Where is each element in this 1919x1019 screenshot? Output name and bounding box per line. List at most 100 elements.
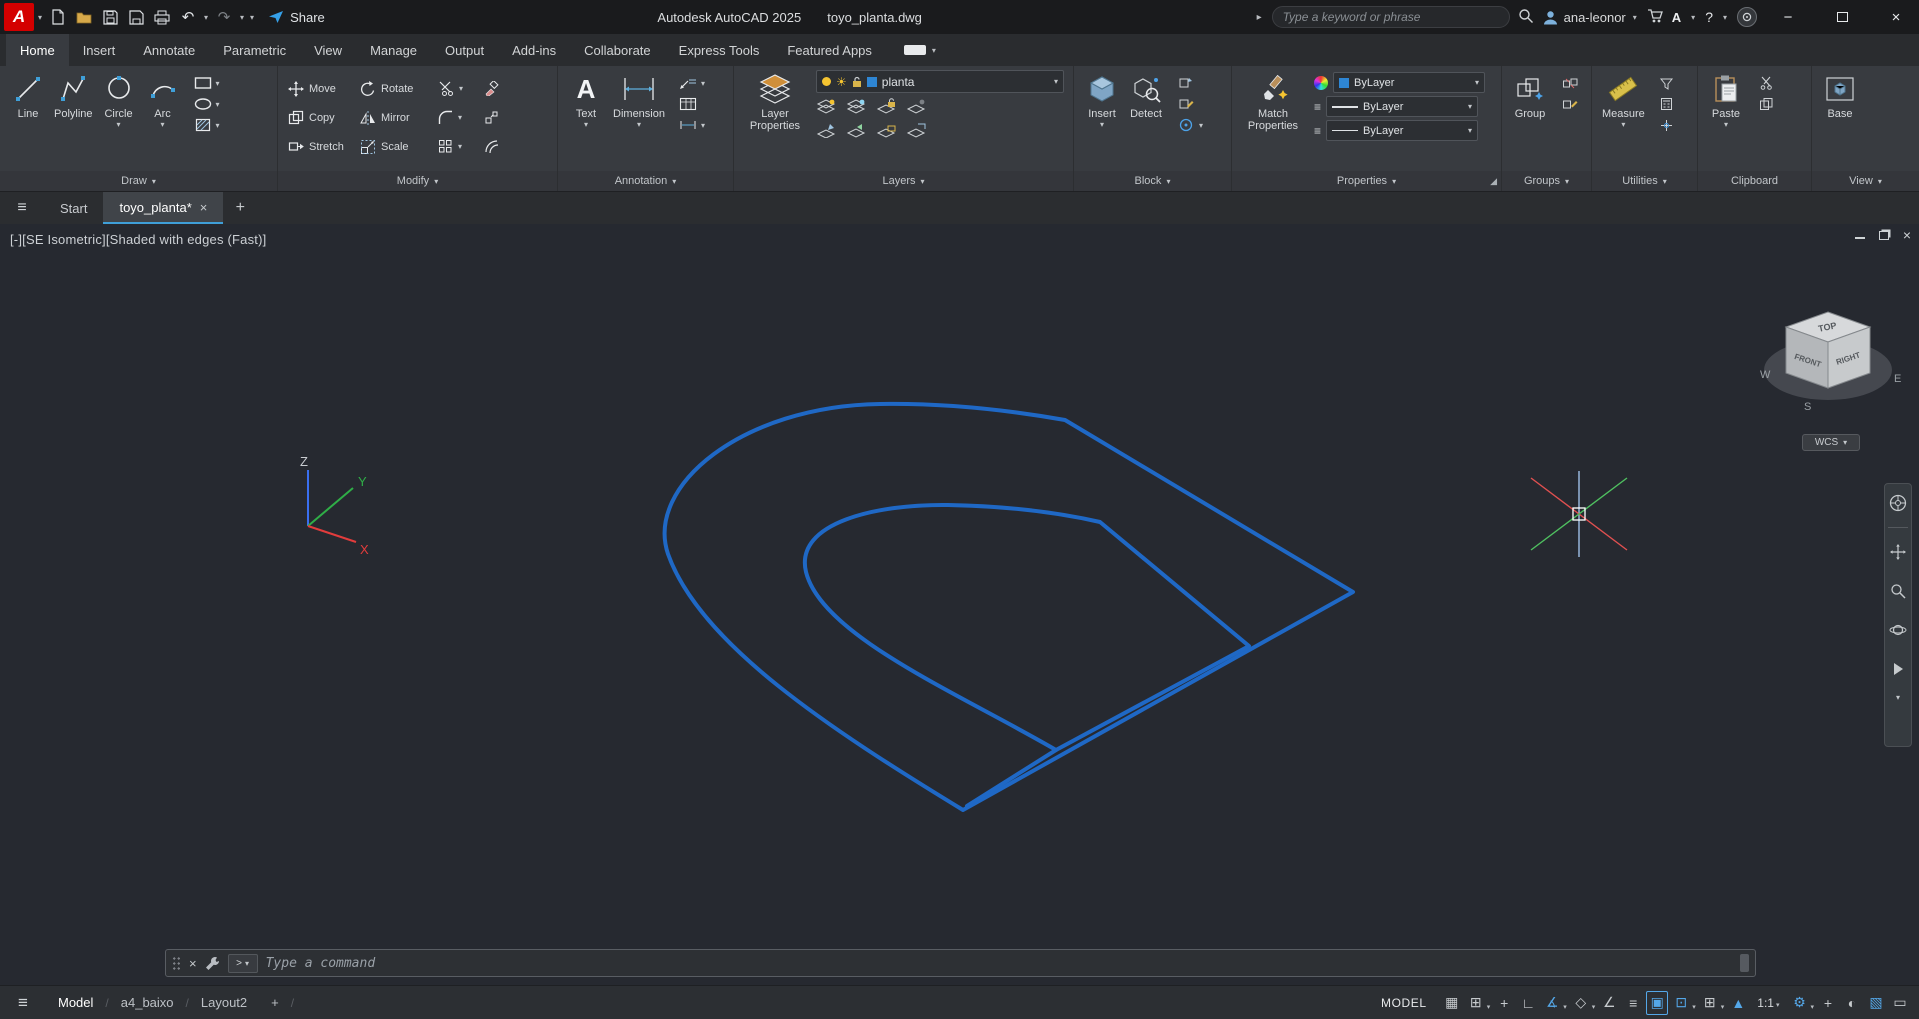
zoom-icon[interactable] [1887,576,1909,606]
object-snap-3d-icon[interactable]: ⊞ [1699,991,1721,1015]
arc-button[interactable]: Arc ▾ [141,70,185,129]
ellipse-button[interactable]: ▾ [193,95,220,113]
compass-east-label[interactable]: E [1894,373,1901,385]
circle-flyout-caret-icon[interactable]: ▾ [117,120,121,129]
pan-icon[interactable] [1887,537,1909,567]
annotation-visibility-icon[interactable]: ▲ [1727,991,1749,1015]
close-tab-icon[interactable]: × [200,200,208,215]
text-caret-icon[interactable]: ▾ [584,120,588,129]
help-caret-icon[interactable]: ▾ [1721,13,1729,22]
plot-button[interactable] [150,4,174,30]
polar-caret-icon[interactable]: ▾ [1563,1003,1567,1011]
quick-calc-button[interactable] [1657,95,1677,113]
drawing-inner-profile[interactable] [802,502,1251,752]
id-point-button[interactable] [1657,116,1677,134]
polyline-button[interactable]: Polyline [50,70,97,120]
search-input[interactable] [1271,6,1510,28]
save-as-button[interactable] [124,4,148,30]
panel-label-draw[interactable]: Draw ▾ [0,171,277,191]
mirror-button[interactable]: Mirror [360,110,438,125]
insert-caret-icon[interactable]: ▾ [1100,120,1104,129]
layer-unlock-all-icon[interactable] [876,121,896,139]
account-menu[interactable]: ana-leonor ▾ [1542,9,1639,26]
annotation-scale-button[interactable]: 1:1 ▾ [1751,996,1786,1010]
new-drawing-tab-button[interactable]: + [223,192,257,224]
detect-button[interactable]: Detect [1124,70,1168,120]
measure-caret-icon[interactable]: ▾ [1621,120,1625,129]
linetype-dropdown[interactable]: ByLayer ▾ [1326,120,1479,141]
layer-match-icon[interactable] [816,121,836,139]
autodesk-apps-icon[interactable]: A [1672,10,1681,25]
status-menu-icon[interactable]: ≡ [0,993,46,1013]
window-maximize-button[interactable] [1819,0,1865,34]
layout-tab-layout2[interactable]: Layout2 [189,995,259,1010]
rectangle-button[interactable]: ▾ [193,74,220,92]
layer-off-icon[interactable] [906,97,926,115]
workspace-caret-icon[interactable]: ▾ [1810,1003,1814,1011]
layer-freeze-icon[interactable] [846,97,866,115]
group-button[interactable]: Group [1508,70,1552,120]
panel-label-clipboard[interactable]: Clipboard [1698,171,1811,191]
file-tab-menu-icon[interactable]: ≡ [0,192,44,224]
panel-label-properties[interactable]: Properties ▾ [1232,171,1501,191]
match-properties-button[interactable]: Match Properties [1238,70,1308,132]
panel-label-groups[interactable]: Groups ▾ [1502,171,1591,191]
ribbon-tab-featured-apps[interactable]: Featured Apps [773,34,886,66]
array-button[interactable]: ▾ [438,139,484,154]
polar-tracking-icon[interactable]: ∡ [1541,991,1563,1015]
command-customize-wrench-icon[interactable] [205,956,220,971]
hatch-button[interactable]: ▾ [193,116,220,134]
save-button[interactable] [98,4,122,30]
paste-caret-icon[interactable]: ▾ [1724,120,1728,129]
properties-launcher-icon[interactable]: ◢ [1490,176,1497,187]
app-logo[interactable]: A [4,3,34,31]
open-file-button[interactable] [72,4,96,30]
show-motion-icon[interactable] [1887,654,1909,684]
dimension-style-button[interactable]: ▾ [678,116,705,134]
ortho-toggle-icon[interactable]: ∟ [1517,991,1539,1015]
navigation-wheel-icon[interactable] [1887,488,1909,518]
command-line[interactable]: × > ▾ Type a command [165,949,1756,977]
cart-icon[interactable] [1647,8,1664,27]
model-space-toggle[interactable]: MODEL [1369,996,1439,1010]
orbit-icon[interactable] [1887,615,1909,645]
base-button[interactable]: Base [1818,70,1862,120]
isolate-objects-icon[interactable]: ◐ [1841,991,1863,1015]
layer-dropdown[interactable]: ☀ planta ▾ [816,70,1064,93]
clean-screen-icon[interactable]: ▭ [1889,991,1911,1015]
object-color-dropdown[interactable]: ByLayer ▾ [1333,72,1485,93]
layer-properties-button[interactable]: Layer Properties [740,70,810,132]
measure-button[interactable]: Measure ▾ [1598,70,1649,129]
wcs-menu[interactable]: WCS ▾ [1802,434,1860,451]
osnap-caret-icon[interactable]: ▾ [1692,1003,1696,1011]
create-block-button[interactable] [1176,74,1203,92]
object-snap-tracking-icon[interactable]: ∠ [1598,991,1620,1015]
lineweight-list-icon[interactable]: ≡ [1314,100,1321,114]
drawing-outer-profile[interactable] [662,401,1355,812]
lineweight-toggle-icon[interactable]: ≡ [1622,991,1644,1015]
snap-toggle-icon[interactable]: ⊞ [1465,991,1487,1015]
offset-button[interactable] [484,139,520,154]
dynamic-input-icon[interactable]: + [1493,991,1515,1015]
new-file-button[interactable] [46,4,70,30]
stretch-button[interactable]: Stretch [288,139,360,154]
fillet-button[interactable]: ▾ [438,110,484,125]
drawing-connector-line[interactable] [965,748,1058,808]
qat-customize-caret-icon[interactable]: ▾ [248,13,256,22]
redo-button[interactable]: ↷ [212,4,236,30]
selection-cycling-icon[interactable]: ▣ [1646,990,1669,1015]
window-close-button[interactable]: × [1873,0,1919,34]
object-snap-icon[interactable]: ⊡ [1670,991,1692,1015]
command-scrollbar[interactable] [1740,954,1749,972]
apps-caret-icon[interactable]: ▾ [1689,13,1697,22]
isodraft-caret-icon[interactable]: ▾ [1592,1003,1596,1011]
ribbon-tab-collaborate[interactable]: Collaborate [570,34,665,66]
ribbon-tab-parametric[interactable]: Parametric [209,34,300,66]
compass-west-label[interactable]: W [1760,369,1771,381]
trim-button[interactable]: ▾ [438,81,484,96]
panel-label-modify[interactable]: Modify ▾ [278,171,557,191]
share-button[interactable]: Share [268,10,325,25]
layer-walk-icon[interactable] [906,121,926,139]
ribbon-tab-express-tools[interactable]: Express Tools [665,34,774,66]
paste-button[interactable]: Paste ▾ [1704,70,1748,129]
